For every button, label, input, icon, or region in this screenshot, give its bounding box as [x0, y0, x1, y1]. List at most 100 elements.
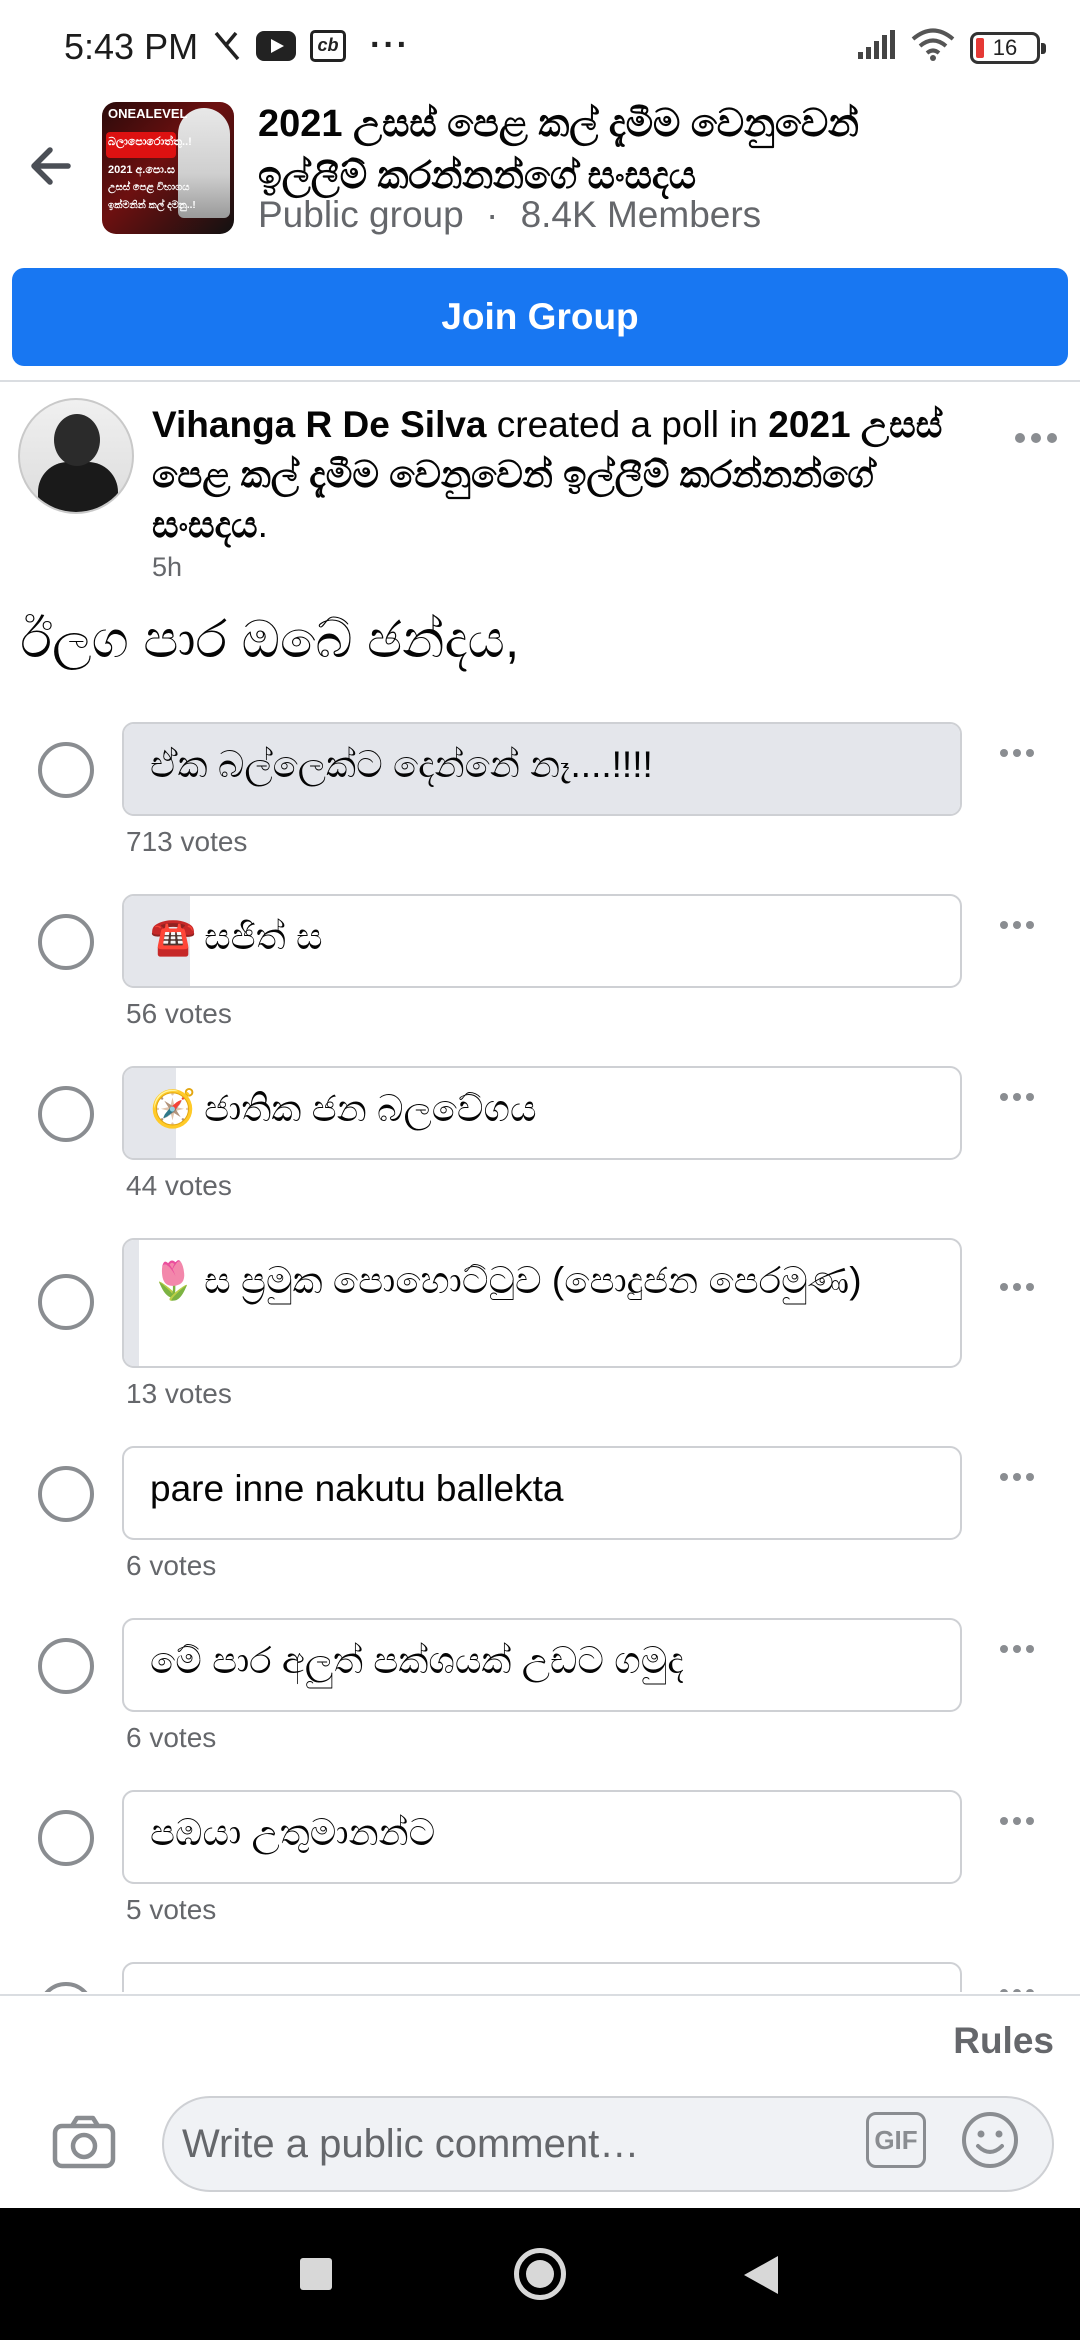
poll-option-box[interactable]: 🧭 ජාතික ජන බලවේගය — [122, 1066, 962, 1160]
poll-vote-count[interactable]: 44 votes — [126, 1170, 232, 1202]
poll-option-more-button[interactable] — [992, 1082, 1042, 1112]
poll-option-box[interactable] — [122, 1962, 962, 1992]
more-dot — [1013, 1989, 1021, 1992]
poll-radio[interactable] — [38, 1086, 94, 1142]
nav-back-button[interactable] — [744, 2256, 778, 2294]
poll-option[interactable]: 🌷 ස ප්‍රමුක පොහොට්ටුව (පොදුජන පෙරමුණ) 13 v… — [0, 1238, 1080, 1428]
back-arrow-icon — [31, 147, 71, 185]
signal-icon — [856, 30, 896, 65]
more-dot — [1026, 749, 1034, 757]
divider — [0, 380, 1080, 382]
poll-vote-count[interactable]: 56 votes — [126, 998, 232, 1030]
poll-option-label: පඹයා උතුමානන්ට — [124, 1792, 960, 1874]
emoji-button[interactable] — [960, 2110, 1020, 2170]
post-action: created a poll in — [496, 404, 759, 445]
poll-option-label: මේ පාර අලුත් පක්ශයක් උඩට ගමුද — [124, 1620, 960, 1702]
poll-vote-count[interactable]: 6 votes — [126, 1550, 216, 1582]
poll-option-text: සජිත් ස — [204, 916, 323, 957]
poll-radio[interactable] — [38, 1274, 94, 1330]
group-title[interactable]: 2021 උසස් පෙළ කල් දැමීම වෙනුවෙන් ඉල්ලීම්… — [258, 98, 978, 202]
more-dot — [1000, 1093, 1008, 1101]
post-more-button[interactable] — [1004, 418, 1068, 458]
poll-option-box[interactable]: මේ පාර අලුත් පක්ශයක් උඩට ගමුද — [122, 1618, 962, 1712]
poll-radio[interactable] — [38, 1810, 94, 1866]
meta-separator: · — [485, 194, 499, 235]
wifi-icon — [910, 28, 956, 67]
poll-option[interactable]: පඹයා උතුමානන්ට 5 votes — [0, 1790, 1080, 1944]
poll-option-label — [124, 1964, 960, 1992]
more-dot — [1013, 749, 1021, 757]
poll-option-box[interactable]: pare inne nakutu ballekta — [122, 1446, 962, 1540]
poll-option-box[interactable]: 🌷 ස ප්‍රමුක පොහොට්ටුව (පොදුජන පෙරමුණ) — [122, 1238, 962, 1368]
poll-option-more-button[interactable] — [992, 1272, 1042, 1302]
poll-option-more-button[interactable] — [992, 1462, 1042, 1492]
more-dot — [1013, 921, 1021, 929]
option-emoji-icon: 🧭 — [150, 1087, 197, 1130]
more-dot — [1013, 1645, 1021, 1653]
more-dot — [1013, 1093, 1021, 1101]
poll-option-more-button[interactable] — [992, 1806, 1042, 1836]
poll-option[interactable]: ☎️ සජිත් ස 56 votes — [0, 894, 1080, 1048]
more-dot — [1000, 921, 1008, 929]
more-dot — [1000, 1283, 1008, 1291]
more-dot — [1031, 433, 1041, 443]
avatar[interactable] — [18, 398, 134, 514]
poll-option[interactable]: pare inne nakutu ballekta 6 votes — [0, 1446, 1080, 1600]
poll-option-more-button[interactable] — [992, 738, 1042, 768]
option-emoji-icon: ☎️ — [150, 915, 197, 958]
group-members[interactable]: 8.4K Members — [521, 194, 762, 235]
poll-radio[interactable] — [38, 1466, 94, 1522]
system-icons: 16 — [856, 28, 1046, 67]
group-meta: Public group · 8.4K Members — [258, 194, 761, 236]
poll-option-more-button[interactable] — [992, 910, 1042, 940]
poll-option-box[interactable]: ☎️ සජිත් ස — [122, 894, 962, 988]
group-cover-thumbnail[interactable]: ONEALEVEL බලාපොරොත්තු..! 2021 අ.පො.ස උසස… — [102, 102, 234, 234]
youtube-icon — [256, 30, 296, 61]
post-header-text: Vihanga R De Silva created a poll in 202… — [152, 400, 1000, 550]
more-notifications-icon: ··· — [370, 26, 410, 64]
poll-vote-count[interactable]: 6 votes — [126, 1722, 216, 1754]
poll-question: ඊලග පාර ඔබේ ඡන්දය, — [20, 611, 520, 669]
poll-radio[interactable] — [38, 1638, 94, 1694]
rules-link[interactable]: Rules — [953, 2020, 1054, 2062]
more-dot — [1000, 1817, 1008, 1825]
poll-radio[interactable] — [38, 742, 94, 798]
poll-option-box[interactable]: ඒක බල්ලෙක්ට දෙන්නේ නෑ....!!!! — [122, 722, 962, 816]
poll-option[interactable]: ඒක බල්ලෙක්ට දෙන්නේ නෑ....!!!! 713 votes — [0, 722, 1080, 876]
more-dot — [1026, 1283, 1034, 1291]
back-button[interactable] — [20, 136, 80, 196]
post-author[interactable]: Vihanga R De Silva — [152, 404, 487, 445]
gif-button[interactable]: GIF — [866, 2112, 926, 2168]
poll-vote-count[interactable]: 5 votes — [126, 1894, 216, 1926]
poll-option[interactable] — [0, 1962, 1080, 1992]
poll-option[interactable]: මේ පාර අලුත් පක්ශයක් උඩට ගමුද 6 votes — [0, 1618, 1080, 1772]
status-bar: 5:43 PM cb ··· 16 — [0, 0, 1080, 96]
more-dot — [1000, 1473, 1008, 1481]
poll-option-box[interactable]: පඹයා උතුමානන්ට — [122, 1790, 962, 1884]
poll-option[interactable]: 🧭 ජාතික ජන බලවේගය 44 votes — [0, 1066, 1080, 1220]
recents-button[interactable] — [300, 2258, 332, 2290]
poll-option-text: ස ප්‍රමුක පොහොට්ටුව (පොදුජන පෙරමුණ) — [204, 1260, 862, 1301]
poll-radio[interactable] — [38, 914, 94, 970]
home-button[interactable] — [514, 2248, 566, 2300]
poll-vote-count[interactable]: 13 votes — [126, 1378, 232, 1410]
post-header-end: . — [257, 504, 268, 545]
smiley-icon — [962, 2112, 1018, 2168]
notification-icons: cb ··· — [212, 26, 410, 65]
more-dot — [1013, 1283, 1021, 1291]
poll-option-more-button[interactable] — [992, 1634, 1042, 1664]
poll-option-label: ☎️ සජිත් ස — [124, 896, 960, 978]
thumbnail-text: ඉක්මනින් කල් දමනු..! — [108, 200, 196, 211]
poll-radio[interactable] — [38, 1982, 94, 1992]
camera-button[interactable] — [50, 2112, 120, 2174]
poll-option-more-button[interactable] — [992, 1978, 1042, 1992]
join-group-button[interactable]: Join Group — [12, 268, 1068, 366]
poll-option-label: 🧭 ජාතික ජන බලවේගය — [124, 1068, 960, 1150]
more-dot — [1013, 1473, 1021, 1481]
poll-vote-count[interactable]: 713 votes — [126, 826, 247, 858]
poll-options: ඒක බල්ලෙක්ට දෙන්නේ නෑ....!!!! 713 votes ☎️… — [0, 722, 1080, 1992]
more-dot — [1000, 1645, 1008, 1653]
more-dot — [1000, 749, 1008, 757]
post-timestamp[interactable]: 5h — [152, 552, 182, 583]
more-dot — [1026, 1093, 1034, 1101]
